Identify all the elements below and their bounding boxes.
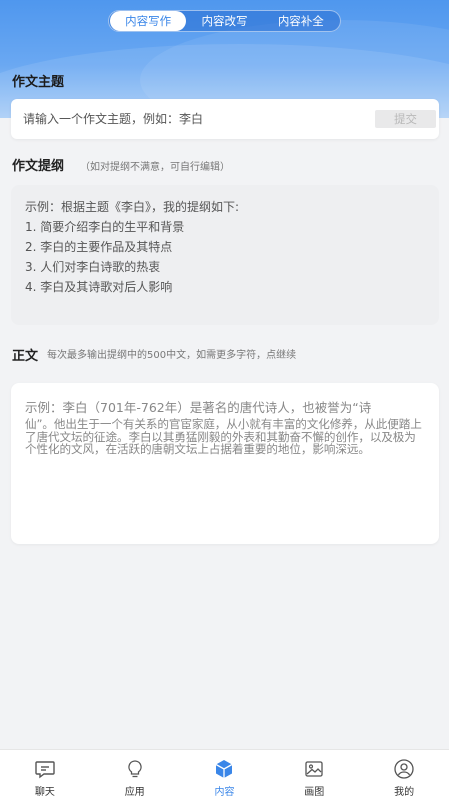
tab-content-rewrite[interactable]: 内容改写	[186, 11, 262, 31]
mode-segmented-control: 内容写作 内容改写 内容补全	[108, 10, 341, 32]
outline-editor[interactable]: 示例：根据主题《李白》，我的提纲如下: 1. 简要介绍李白的生平和背景 2. 李…	[11, 185, 439, 325]
outline-line: 1. 简要介绍李白的生平和背景	[25, 220, 185, 234]
tab-apps[interactable]: 应用	[90, 750, 180, 799]
topic-input[interactable]	[23, 109, 353, 129]
outline-section-title: 作文提纲	[12, 159, 65, 174]
cube-icon	[213, 758, 235, 780]
bottom-tab-bar: 聊天 应用 内容 画图 我的	[0, 749, 449, 799]
submit-button[interactable]: 提交	[375, 110, 436, 128]
tab-profile[interactable]: 我的	[359, 750, 449, 799]
body-hint: 每次最多输出提纲中的500中文，如需更多字符，点继续	[47, 350, 297, 361]
topic-input-container: 提交	[11, 99, 439, 139]
outline-line: 4. 李白及其诗歌对后人影响	[25, 280, 173, 294]
image-icon	[303, 758, 325, 780]
body-text-paragraph: 仙”。他出生于一个有关系的官宦家庭，从小就有丰富的文化修养，从此便踏上了唐代文坛…	[25, 417, 422, 457]
tab-content-complete[interactable]: 内容补全	[263, 11, 339, 31]
tab-drawing-label: 画图	[304, 787, 325, 798]
tab-drawing[interactable]: 画图	[269, 750, 359, 799]
tab-chat[interactable]: 聊天	[0, 750, 90, 799]
outline-line: 2. 李白的主要作品及其特点	[25, 240, 173, 254]
tab-profile-label: 我的	[394, 787, 415, 798]
outline-hint: （如对提纲不满意，可自行编辑）	[80, 162, 230, 173]
tab-apps-label: 应用	[124, 787, 145, 798]
tab-content[interactable]: 内容	[180, 750, 270, 799]
body-section-title: 正文	[12, 349, 39, 364]
chat-icon	[34, 758, 56, 780]
tab-chat-label: 聊天	[34, 787, 55, 798]
tab-content-writing[interactable]: 内容写作	[110, 11, 187, 31]
outline-line: 示例：根据主题《李白》，我的提纲如下:	[25, 200, 240, 214]
body-text-area[interactable]: 示例：李白（701年-762年）是著名的唐代诗人，也被誉为“诗 仙”。他出生于一…	[11, 383, 439, 544]
bulb-icon	[124, 758, 146, 780]
tab-content-label: 内容	[214, 787, 235, 798]
topic-section-title: 作文主题	[12, 75, 65, 90]
outline-line: 3. 人们对李白诗歌的热衷	[25, 260, 161, 274]
body-text-first-line: 示例：李白（701年-762年）是著名的唐代诗人，也被誉为“诗	[25, 400, 372, 415]
user-icon	[393, 758, 415, 780]
